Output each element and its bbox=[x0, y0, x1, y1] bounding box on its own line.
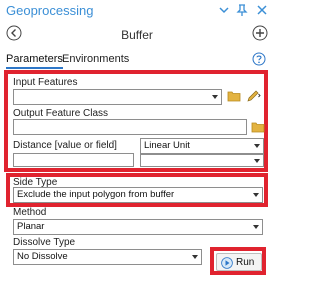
method-value: Planar bbox=[17, 221, 45, 232]
tool-title: Buffer bbox=[121, 28, 153, 42]
add-icon[interactable] bbox=[252, 25, 268, 41]
linear-unit-label: Linear Unit bbox=[144, 140, 190, 151]
tab-strip: Parameters Environments bbox=[0, 50, 274, 70]
dropdown-caret-icon bbox=[254, 159, 260, 163]
linear-unit-value-dropdown[interactable] bbox=[140, 154, 264, 167]
folder-icon[interactable] bbox=[251, 120, 265, 137]
dropdown-arrow-icon[interactable] bbox=[216, 2, 232, 18]
tool-header: Buffer bbox=[0, 22, 274, 46]
run-icon bbox=[221, 257, 233, 272]
dropdown-caret-icon bbox=[254, 144, 260, 148]
dropdown-caret-icon bbox=[253, 225, 259, 229]
pane-title: Geoprocessing bbox=[6, 3, 94, 18]
dissolve-type-dropdown[interactable]: No Dissolve bbox=[13, 249, 202, 265]
side-type-dropdown[interactable]: Exclude the input polygon from buffer bbox=[13, 187, 263, 203]
method-label: Method bbox=[13, 207, 47, 218]
method-dropdown[interactable]: Planar bbox=[13, 219, 263, 235]
folder-icon[interactable] bbox=[227, 89, 241, 106]
pin-icon[interactable] bbox=[234, 2, 250, 18]
side-type-value: Exclude the input polygon from buffer bbox=[17, 189, 175, 200]
run-label: Run bbox=[236, 257, 255, 268]
input-features-label: Input Features bbox=[13, 77, 78, 88]
help-icon[interactable] bbox=[252, 52, 266, 66]
close-icon[interactable] bbox=[254, 2, 270, 18]
output-feature-class-input[interactable] bbox=[13, 119, 247, 135]
distance-label: Distance [value or field] bbox=[13, 140, 117, 151]
dropdown-caret-icon bbox=[212, 95, 218, 99]
tab-parameters[interactable]: Parameters bbox=[6, 53, 63, 69]
dissolve-type-label: Dissolve Type bbox=[13, 237, 76, 248]
dropdown-caret-icon bbox=[253, 193, 259, 197]
edit-pencil-icon[interactable] bbox=[245, 88, 261, 107]
run-button[interactable]: Run bbox=[216, 253, 262, 271]
input-features-dropdown[interactable] bbox=[13, 89, 222, 105]
linear-unit-dropdown[interactable]: Linear Unit bbox=[140, 138, 264, 154]
dropdown-caret-icon bbox=[192, 255, 198, 259]
dissolve-type-value: No Dissolve bbox=[17, 251, 68, 262]
distance-input[interactable] bbox=[13, 153, 134, 167]
tab-environments[interactable]: Environments bbox=[62, 53, 129, 65]
pane-titlebar: Geoprocessing bbox=[0, 0, 274, 22]
output-feature-class-label: Output Feature Class bbox=[13, 108, 109, 119]
